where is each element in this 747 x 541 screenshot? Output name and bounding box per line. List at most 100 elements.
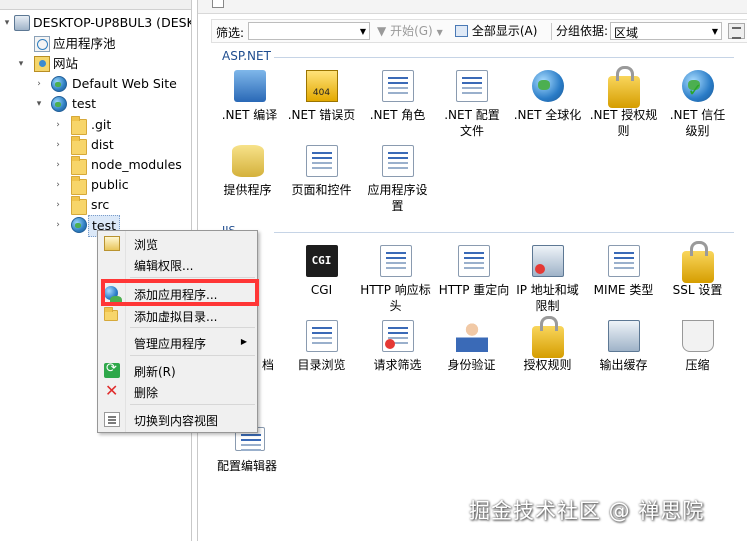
menu-label: 编辑权限... bbox=[134, 259, 194, 273]
chevron-down-icon[interactable]: ▼ bbox=[712, 27, 718, 36]
feature-request-filtering[interactable]: 请求筛选 bbox=[360, 320, 435, 373]
feature-authorization-rules[interactable]: 授权规则 bbox=[510, 316, 585, 373]
tree-toolbar-strip bbox=[0, 0, 191, 10]
filter-label: 筛选: bbox=[216, 26, 245, 40]
providers-icon bbox=[231, 145, 264, 177]
menu-label: 切换到内容视图 bbox=[134, 414, 219, 428]
filter-input[interactable]: ▼ bbox=[248, 22, 370, 40]
trust-check-icon bbox=[681, 70, 714, 102]
menu-item-manage-application[interactable]: 管理应用程序 ▶ bbox=[98, 332, 257, 352]
tree-node-folder[interactable]: › .git bbox=[0, 115, 191, 135]
menu-separator bbox=[130, 355, 255, 356]
compression-icon bbox=[681, 320, 714, 352]
feature-label: 输出缓存 bbox=[599, 358, 648, 372]
group-by-select[interactable]: 区域 ▼ bbox=[610, 22, 722, 40]
menu-item-refresh[interactable]: 刷新(R) bbox=[98, 360, 257, 380]
menu-label: 删除 bbox=[134, 386, 159, 400]
app-pool-icon bbox=[34, 36, 50, 52]
menu-item-add-virtual-directory[interactable]: 添加虚拟目录... bbox=[98, 305, 257, 325]
globe-icon bbox=[51, 96, 67, 112]
feature-label: IP 地址和域限制 bbox=[516, 283, 579, 313]
feature-net-trust-levels[interactable]: .NET 信任级别 bbox=[660, 70, 735, 139]
tree-node-folder[interactable]: › public bbox=[0, 175, 191, 195]
tree-node-server[interactable]: ▾ DESKTOP-UP8BUL3 (DESKT bbox=[0, 13, 191, 33]
context-menu: 浏览 编辑权限... 添加应用程序... 添加虚拟目录... 管理应用程序 ▶ … bbox=[97, 230, 258, 433]
tree-label-folder: dist bbox=[91, 137, 114, 152]
tree-node-folder[interactable]: › src bbox=[0, 195, 191, 215]
feature-output-caching[interactable]: 输出缓存 bbox=[586, 320, 661, 373]
request-filtering-icon bbox=[381, 320, 414, 352]
show-all-button[interactable]: 全部显示(A) bbox=[455, 23, 537, 40]
chevron-down-icon[interactable]: ▼ bbox=[360, 27, 366, 36]
feature-configuration-editor[interactable]: 配置编辑器 bbox=[217, 427, 277, 474]
expand-arrow-icon[interactable]: › bbox=[34, 74, 44, 94]
feature-label: 页面和控件 bbox=[291, 183, 352, 197]
feature-net-error-pages[interactable]: .NET 错误页 bbox=[284, 70, 359, 123]
feature-app-settings[interactable]: 应用程序设置 bbox=[360, 145, 435, 214]
menu-item-delete[interactable]: 删除 bbox=[98, 381, 257, 401]
menu-item-switch-content-view[interactable]: 切换到内容视图 bbox=[98, 409, 257, 429]
expand-arrow-icon[interactable]: › bbox=[53, 155, 63, 175]
tree-label-folder: public bbox=[91, 177, 129, 192]
collapse-arrow-icon[interactable]: ▾ bbox=[34, 94, 44, 114]
download-arrow-icon bbox=[233, 70, 266, 102]
feature-http-response-headers[interactable]: HTTP 响应标头 bbox=[358, 245, 433, 314]
mime-types-icon bbox=[607, 245, 640, 277]
ip-restrictions-icon bbox=[531, 245, 564, 277]
profile-icon bbox=[456, 70, 488, 102]
feature-net-authorization[interactable]: .NET 授权规则 bbox=[586, 66, 661, 139]
collapse-arrow-icon[interactable]: ▾ bbox=[2, 13, 12, 33]
feature-label: MIME 类型 bbox=[593, 283, 654, 297]
tree-node-sites[interactable]: ▾ 网站 bbox=[0, 54, 191, 74]
feature-net-roles[interactable]: .NET 角色 bbox=[360, 70, 435, 123]
feature-ip-restrictions[interactable]: IP 地址和域限制 bbox=[510, 245, 585, 314]
tree-label-app-pools: 应用程序池 bbox=[53, 36, 116, 51]
pages-controls-icon bbox=[305, 145, 338, 177]
menu-label: 添加虚拟目录... bbox=[134, 310, 218, 324]
tree-node-test-site[interactable]: ▾ test bbox=[0, 94, 191, 114]
feature-pages-controls[interactable]: 页面和控件 bbox=[284, 145, 359, 198]
delete-x-icon bbox=[104, 381, 120, 400]
expand-arrow-icon[interactable]: › bbox=[53, 215, 63, 235]
feature-mime-types[interactable]: MIME 类型 bbox=[586, 245, 661, 298]
http-headers-icon bbox=[379, 245, 412, 277]
tree-node-app-pools[interactable]: 应用程序池 bbox=[0, 34, 191, 54]
feature-net-compilation[interactable]: .NET 编译 bbox=[212, 70, 287, 123]
feature-label: 请求筛选 bbox=[373, 358, 422, 372]
feature-label: .NET 配置文件 bbox=[444, 108, 500, 138]
expand-arrow-icon[interactable]: › bbox=[53, 135, 63, 155]
feature-cgi[interactable]: CGI CGI bbox=[284, 245, 359, 298]
tree-label-folder: node_modules bbox=[91, 157, 182, 172]
tree-node-default-site[interactable]: › Default Web Site bbox=[0, 74, 191, 94]
expand-arrow-icon[interactable]: › bbox=[53, 115, 63, 135]
tree-label-default-site: Default Web Site bbox=[72, 76, 177, 91]
globe-icon bbox=[531, 70, 564, 102]
feature-directory-browsing[interactable]: 目录浏览 bbox=[284, 320, 359, 373]
http-redirect-icon bbox=[458, 245, 490, 277]
add-virtual-directory-icon bbox=[104, 307, 118, 321]
feature-net-profile[interactable]: .NET 配置文件 bbox=[434, 70, 510, 139]
tree-node-folder[interactable]: › dist bbox=[0, 135, 191, 155]
feature-providers[interactable]: 提供程序 bbox=[210, 145, 285, 198]
feature-net-globalization[interactable]: .NET 全球化 bbox=[510, 70, 585, 123]
output-cache-icon bbox=[607, 320, 640, 352]
highlight-annotation-box bbox=[101, 279, 259, 306]
folder-icon bbox=[71, 196, 87, 215]
expand-arrow-icon[interactable]: › bbox=[53, 175, 63, 195]
feature-http-redirect[interactable]: HTTP 重定向 bbox=[434, 245, 514, 298]
submenu-arrow-icon: ▶ bbox=[240, 337, 247, 346]
view-mode-icon[interactable] bbox=[728, 23, 745, 39]
feature-ssl-settings[interactable]: SSL 设置 bbox=[660, 241, 735, 298]
menu-separator bbox=[130, 404, 255, 405]
lock-icon bbox=[607, 66, 640, 108]
start-button[interactable]: ▼ 开始(G) ▼ bbox=[377, 23, 443, 40]
server-icon bbox=[14, 15, 30, 31]
tree-node-folder[interactable]: › node_modules bbox=[0, 155, 191, 175]
collapse-arrow-icon[interactable]: ▾ bbox=[16, 54, 26, 74]
menu-item-browse[interactable]: 浏览 bbox=[98, 233, 257, 253]
expand-arrow-icon[interactable]: › bbox=[53, 195, 63, 215]
menu-item-edit-permissions[interactable]: 编辑权限... bbox=[98, 254, 257, 274]
watermark-text: 掘金技术社区 @ 禅思院 bbox=[469, 499, 705, 523]
feature-compression[interactable]: 压缩 bbox=[660, 320, 735, 373]
feature-authentication[interactable]: 身份验证 bbox=[434, 320, 509, 373]
